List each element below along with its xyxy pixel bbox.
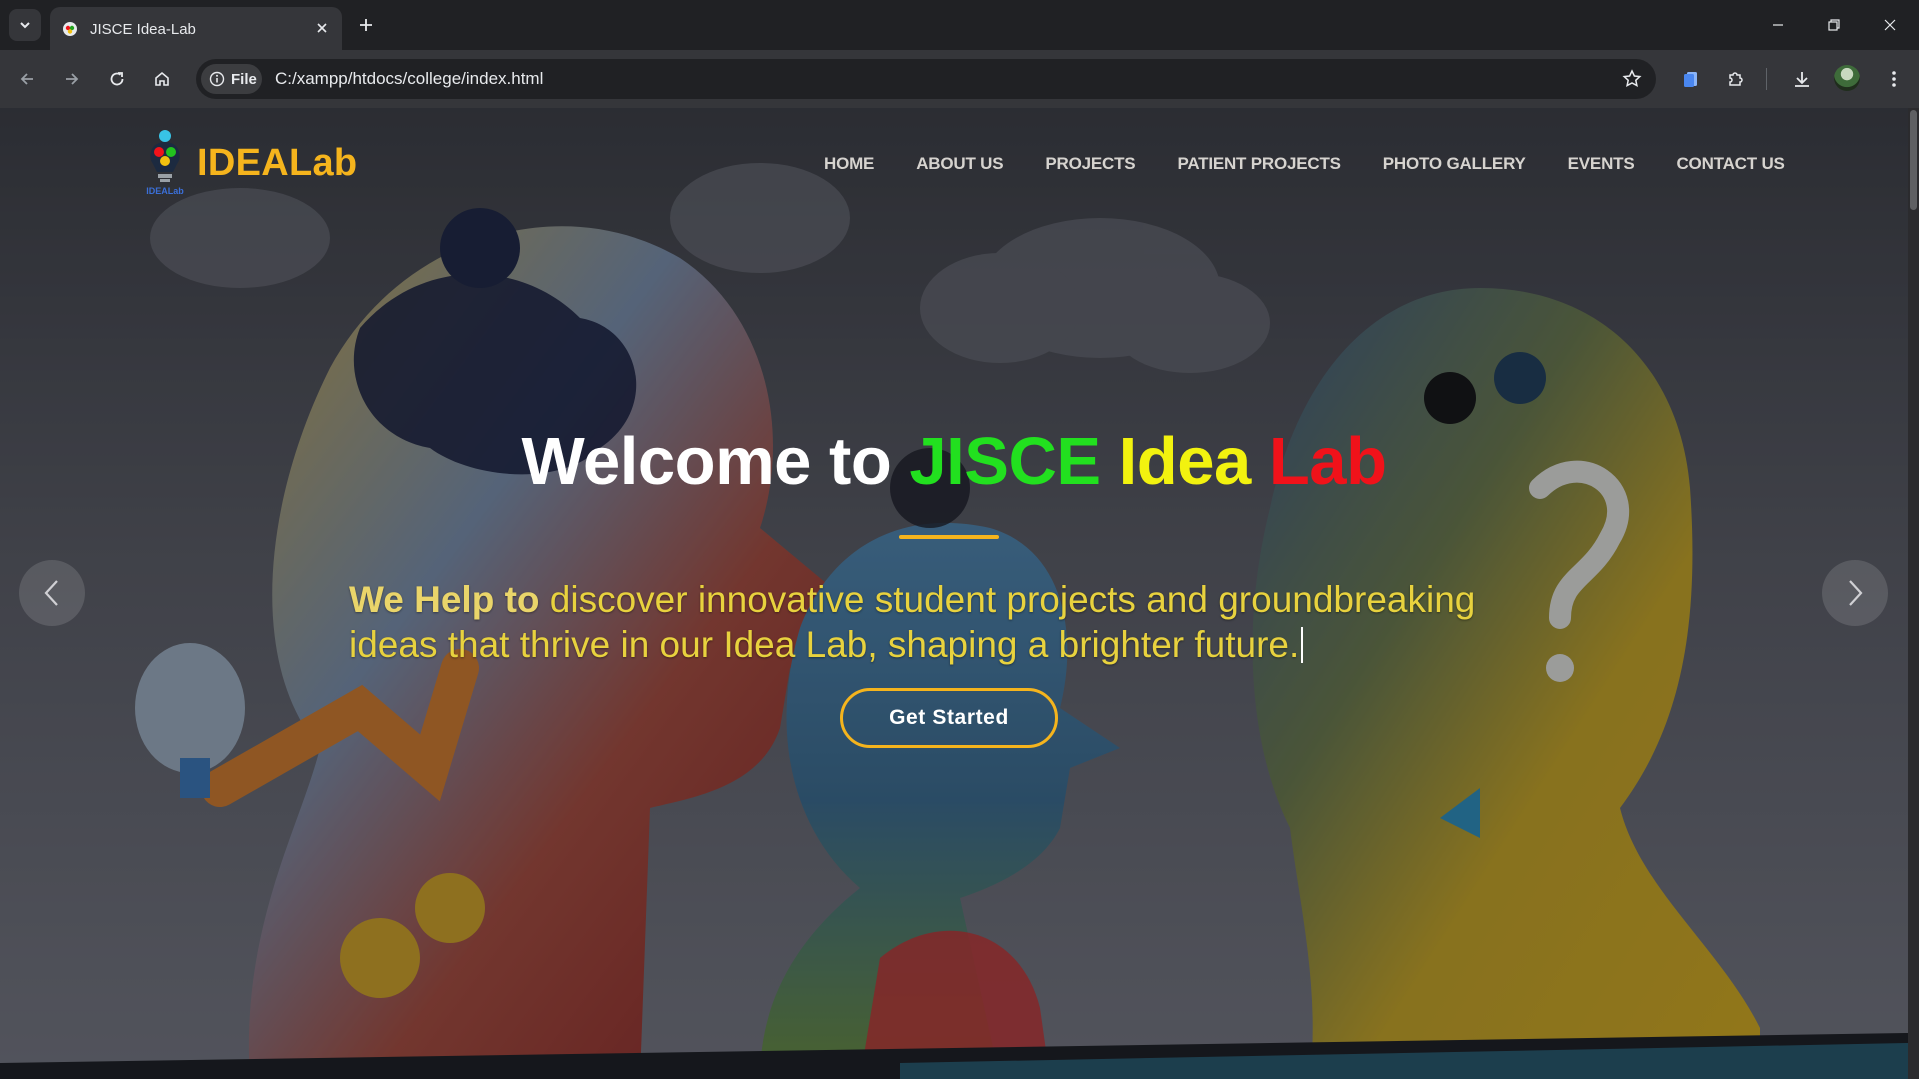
toolbar-separator [1766,68,1767,90]
hero-subtitle: We Help to discover innovative student p… [349,577,1549,667]
browser-tab-strip: JISCE Idea-Lab [0,0,1919,50]
nav-projects[interactable]: PROJECTS [1045,154,1135,174]
close-icon [1884,19,1896,31]
site-info-label: File [231,70,257,88]
nav-about-us[interactable]: ABOUT US [916,154,1003,174]
minimize-icon [1773,24,1783,26]
profile-avatar[interactable] [1834,65,1860,91]
browser-menu-button[interactable] [1879,64,1909,94]
headline-prefix: Welcome to [521,424,910,499]
lightbulb-logo-icon: IDEALab [146,130,184,196]
nav-patient-projects[interactable]: PATIENT PROJECTS [1177,154,1341,174]
home-icon [155,71,169,86]
subtitle-lead: We Help to [349,579,540,620]
star-icon [1622,69,1642,88]
bookmark-button[interactable] [1620,67,1644,91]
minimize-button[interactable] [1758,10,1798,40]
scrollbar-thumb[interactable] [1910,110,1917,210]
chevron-right-icon [1849,580,1863,606]
plus-icon [360,19,372,31]
download-icon [1795,72,1809,87]
typing-caret [1301,627,1304,663]
chevron-down-icon [20,22,30,29]
nav-events[interactable]: EVENTS [1568,154,1635,174]
new-tab-button[interactable] [353,12,379,38]
tab-title: JISCE Idea-Lab [90,21,196,38]
logo-text: IDEALab [197,141,358,184]
browser-toolbar: File C:/xampp/htdocs/college/index.html [0,50,1919,108]
logo-badge-text: IDEALab [146,186,184,196]
headline-idea: Idea [1118,424,1252,499]
main-nav: HOME ABOUT US PROJECTS PATIENT PROJECTS … [824,154,1785,174]
restore-button[interactable] [1814,10,1854,40]
nav-home[interactable]: HOME [824,154,874,174]
site-info-chip[interactable]: File [201,64,262,94]
chevron-left-icon [44,580,58,606]
idealab-favicon-icon [63,22,77,36]
get-started-button[interactable]: Get Started [840,688,1058,748]
arrow-left-icon [20,73,33,85]
forward-button[interactable] [55,62,89,96]
arrow-right-icon [66,73,79,85]
info-icon [209,71,225,87]
puzzle-icon [1729,72,1743,86]
home-button[interactable] [145,62,179,96]
downloads-button[interactable] [1787,64,1817,94]
restore-icon [1828,19,1840,31]
hero-headline: Welcome to JISCE Idea Lab [0,423,1908,500]
carousel-prev-button[interactable] [19,560,85,626]
nav-photo-gallery[interactable]: PHOTO GALLERY [1383,154,1526,174]
headline-lab: Lab [1268,424,1387,499]
extensions-button[interactable] [1721,64,1751,94]
page-viewport: IDEALab IDEALab HOME ABOUT US PROJECTS P… [0,108,1908,1079]
page-scrollbar[interactable] [1908,108,1919,1079]
reload-icon [110,72,124,86]
carousel-next-button[interactable] [1822,560,1888,626]
headline-jisce: JISCE [909,424,1101,499]
site-logo[interactable]: IDEALab IDEALab [143,128,357,198]
reading-list-button[interactable] [1676,64,1706,94]
close-tab-button[interactable] [312,18,332,38]
url-text[interactable]: C:/xampp/htdocs/college/index.html [275,69,543,89]
close-icon [317,23,327,33]
close-window-button[interactable] [1870,10,1910,40]
address-bar[interactable]: File C:/xampp/htdocs/college/index.html [196,59,1656,99]
more-vertical-icon [1892,71,1896,87]
reload-button[interactable] [100,62,134,96]
nav-contact-us[interactable]: CONTACT US [1676,154,1784,174]
document-icon [1684,72,1697,87]
tab-search-button[interactable] [9,9,41,41]
active-tab[interactable]: JISCE Idea-Lab [50,7,342,50]
headline-divider [899,535,999,539]
back-button[interactable] [10,62,44,96]
